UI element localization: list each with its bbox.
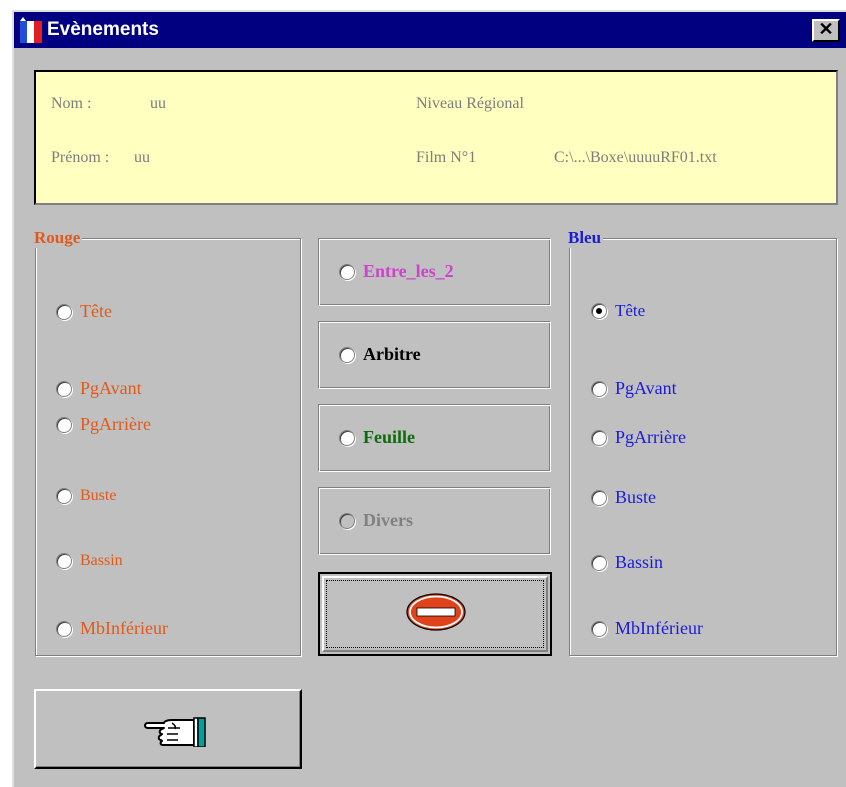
radio-feuille[interactable]: Feuille [339,427,415,448]
radio-divers: Divers [339,510,413,531]
entre-box: Entre_les_2 [318,238,551,306]
radio-button[interactable] [339,429,355,446]
bleu-radio-bassin[interactable]: Bassin [591,552,663,573]
radio-button[interactable] [591,380,607,397]
radio-button[interactable] [591,554,607,571]
prenom-label: Prénom : [51,149,110,166]
radio-button [339,512,355,529]
rouge-label-buste: Buste [80,487,117,504]
radio-button[interactable] [56,416,72,433]
radio-button[interactable] [56,488,72,504]
bleu-label-bassin: Bassin [615,552,664,572]
bleu-label-pgarriere: PgArrière [615,427,686,447]
rouge-label-mbinferieur: MbInférieur [80,618,168,638]
events-window: Evènements ✕ Nom : uu Prénom : uu Niveau… [12,10,846,787]
radio-button[interactable] [339,346,355,363]
nom-value: uu [150,95,166,112]
info-panel: Nom : uu Prénom : uu Niveau Régional Fil… [34,70,838,205]
rouge-radio-buste[interactable]: Buste [56,487,116,505]
bleu-group: Bleu Tête PgAvant PgArrière Buste Bassin… [566,228,837,656]
bleu-radio-pgarriere[interactable]: PgArrière [591,427,686,448]
nom-label: Nom : [51,95,92,112]
radio-button[interactable] [591,620,607,637]
bleu-radio-buste[interactable]: Buste [591,487,656,508]
radio-button[interactable] [591,429,607,446]
entre-label: Entre_les_2 [363,261,454,281]
bleu-group-title: Bleu [566,228,604,248]
radio-entre-les-2[interactable]: Entre_les_2 [339,261,454,282]
feuille-label: Feuille [363,427,415,447]
bleu-label-tete: Tête [615,301,646,320]
bleu-radio-mbinferieur[interactable]: MbInférieur [591,618,703,639]
radio-arbitre[interactable]: Arbitre [339,344,421,365]
radio-button-checked[interactable] [591,303,607,319]
bleu-label-pgavant: PgAvant [615,378,677,398]
arbitre-label: Arbitre [363,344,421,364]
prenom-value: uu [134,149,150,166]
window-title: Evènements [47,19,159,40]
bleu-radio-tete[interactable]: Tête [591,301,645,321]
rouge-radio-pgarriere[interactable]: PgArrière [56,414,151,435]
rouge-group-title: Rouge [32,228,83,248]
flag-icon [20,17,42,43]
radio-button[interactable] [56,553,72,569]
radio-button[interactable] [339,263,355,280]
feuille-box: Feuille [318,404,551,472]
next-hand-button[interactable] [34,689,302,769]
radio-button[interactable] [591,489,607,506]
rouge-radio-bassin[interactable]: Bassin [56,552,123,570]
bleu-label-mbinferieur: MbInférieur [615,618,703,638]
stop-button[interactable] [318,572,552,656]
rouge-radio-tete[interactable]: Tête [56,301,112,322]
bleu-radio-pgavant[interactable]: PgAvant [591,378,677,399]
no-entry-icon [406,593,466,631]
divers-label: Divers [363,510,413,530]
rouge-radio-mbinferieur[interactable]: MbInférieur [56,618,168,639]
title-bar[interactable]: Evènements ✕ [14,12,846,48]
divers-box: Divers [318,487,551,555]
rouge-radio-pgavant[interactable]: PgAvant [56,378,142,399]
rouge-label-pgarriere: PgArrière [80,414,151,434]
rouge-label-tete: Tête [80,301,112,321]
radio-button[interactable] [56,303,72,320]
niveau-label: Niveau Régional [416,95,524,112]
film-label: Film N°1 [416,149,477,166]
radio-button[interactable] [56,620,72,637]
pointing-hand-icon [144,717,206,747]
bleu-label-buste: Buste [615,487,657,507]
radio-button[interactable] [56,380,72,397]
film-path: C:\...\Boxe\uuuuRF01.txt [554,149,717,166]
close-button[interactable]: ✕ [812,19,840,42]
rouge-label-bassin: Bassin [80,552,123,569]
arbitre-box: Arbitre [318,321,551,389]
rouge-label-pgavant: PgAvant [80,378,142,398]
rouge-group: Rouge Tête PgAvant PgArrière Buste Bassi… [32,228,301,656]
